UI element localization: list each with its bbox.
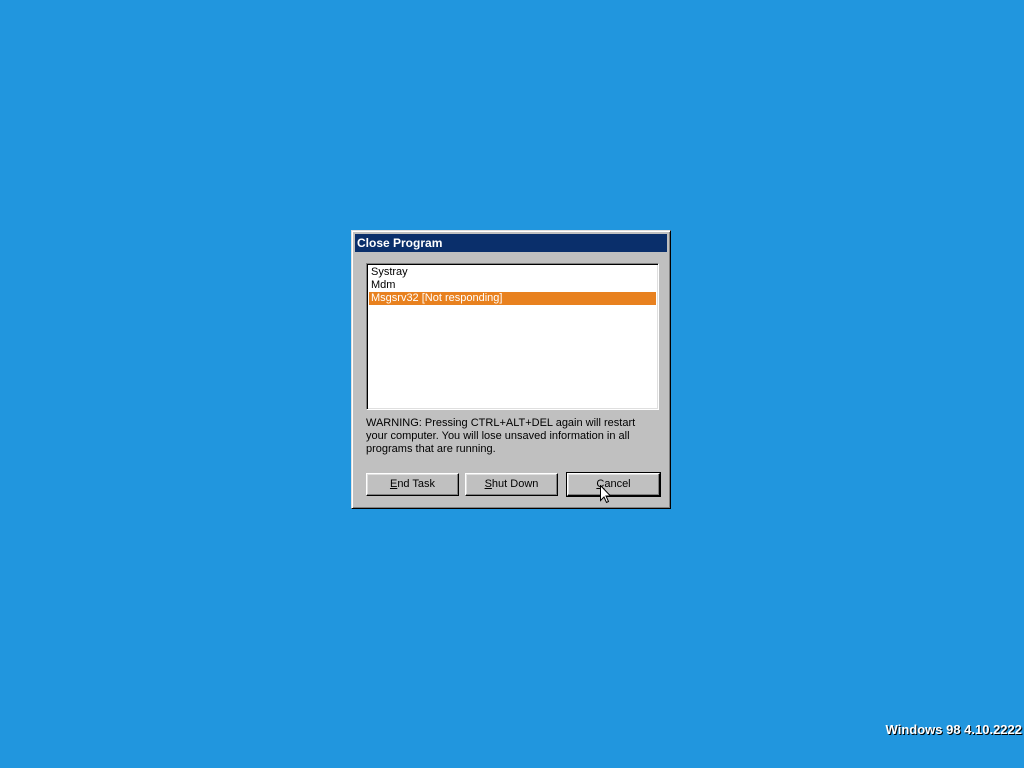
close-program-dialog: Close Program Systray Mdm Msgsrv32 [Not … [351,230,671,509]
cancel-button[interactable]: Cancel [566,472,661,497]
warning-text: WARNING: Pressing CTRL+ALT+DEL again wil… [366,417,636,455]
shut-down-button[interactable]: Shut Down [465,473,558,496]
dialog-title: Close Program [357,236,443,250]
shut-down-label: Shut Down [484,478,539,490]
arrow-cursor-icon [600,485,612,504]
dialog-titlebar: Close Program [355,234,667,252]
list-item[interactable]: Systray [369,266,656,279]
list-item-selected[interactable]: Msgsrv32 [Not responding] [369,292,656,305]
program-list[interactable]: Systray Mdm Msgsrv32 [Not responding] [366,263,659,410]
end-task-label: End Task [389,478,436,490]
end-task-button[interactable]: End Task [366,473,459,496]
os-version-text: Windows 98 4.10.2222 [885,722,1022,737]
list-item[interactable]: Mdm [369,279,656,292]
